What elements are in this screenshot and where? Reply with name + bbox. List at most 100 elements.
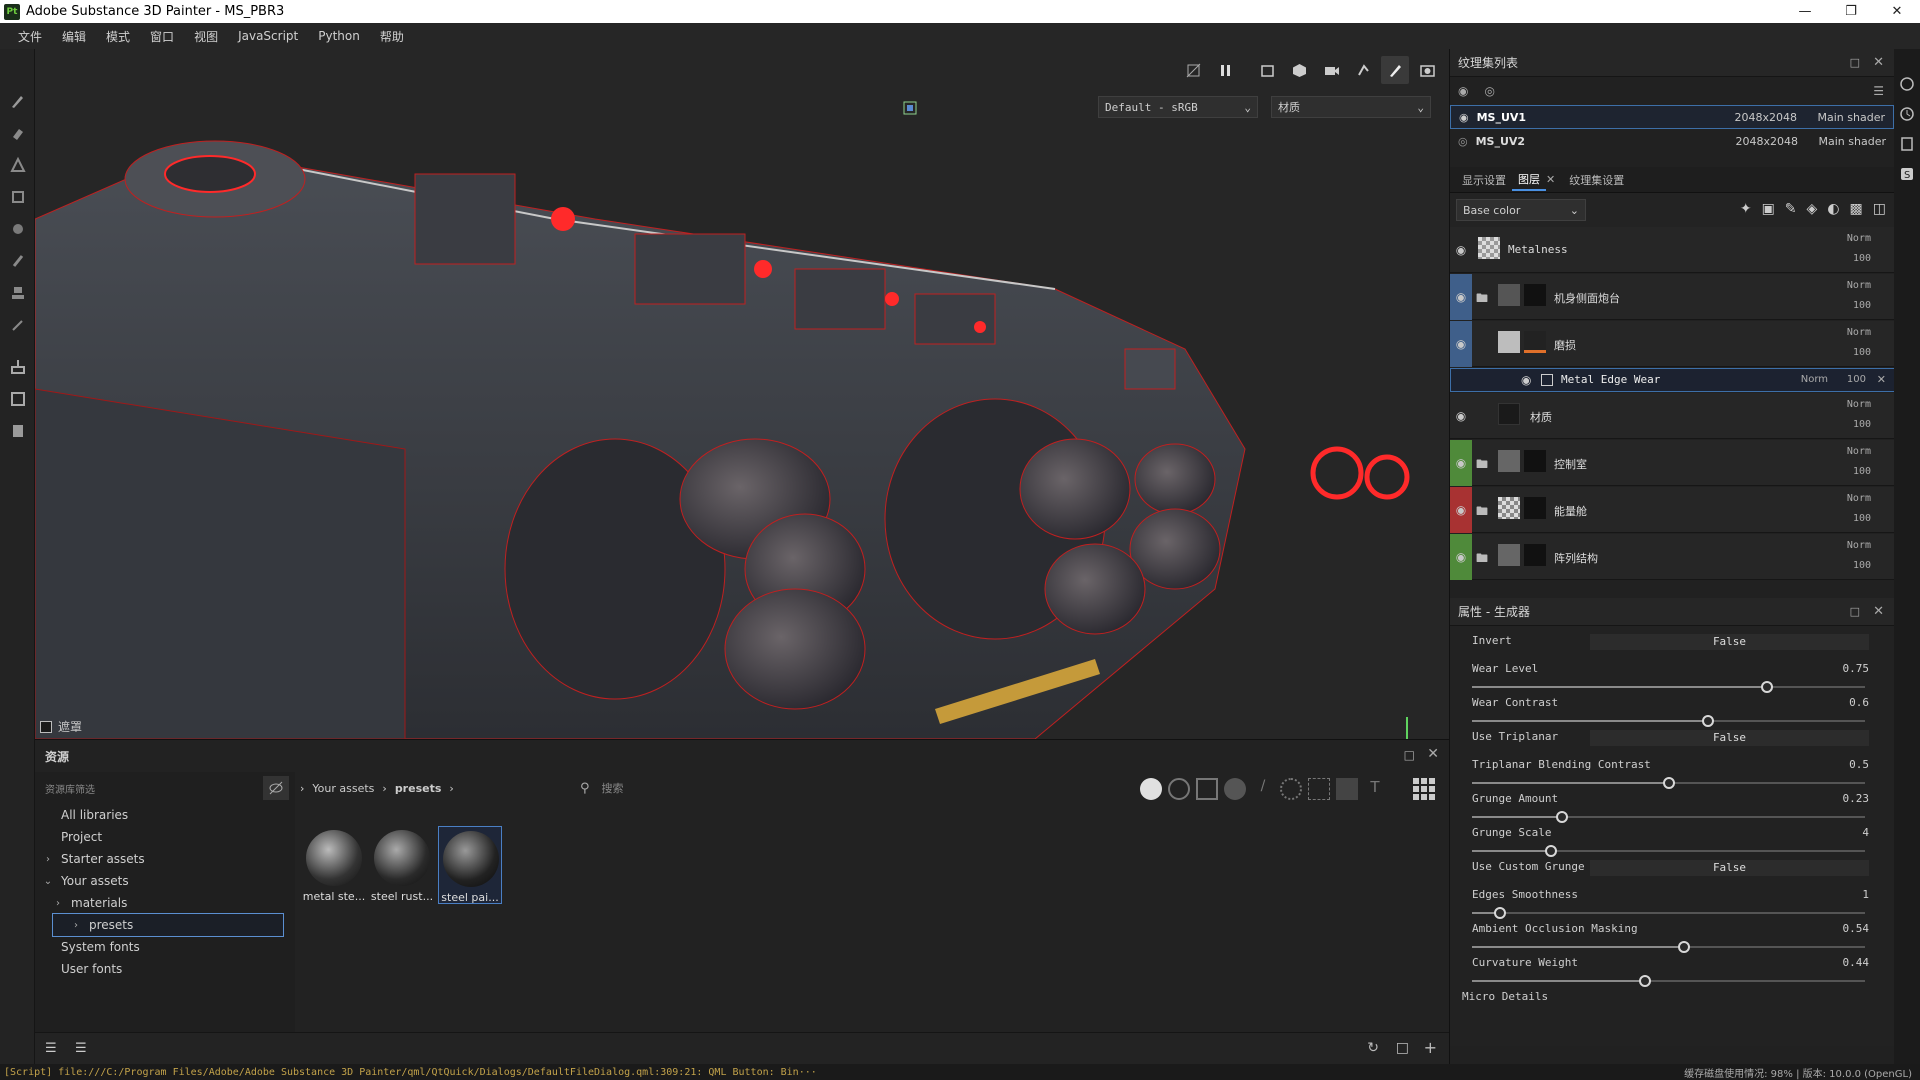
float-panel-icon[interactable]: □ xyxy=(1850,605,1860,618)
list-view-icon[interactable]: ☰ xyxy=(45,1041,57,1056)
tree-item[interactable]: › materials xyxy=(35,892,295,914)
property-slider[interactable] xyxy=(1472,907,1865,919)
slider-handle[interactable] xyxy=(1701,715,1714,727)
export-icon[interactable] xyxy=(0,383,35,415)
paint-brush-icon[interactable] xyxy=(0,85,35,117)
layer-opacity[interactable]: 100 xyxy=(1853,253,1871,264)
property-slider[interactable] xyxy=(1472,975,1865,987)
tree-arrow-icon[interactable]: › xyxy=(41,854,55,865)
breadcrumb-your-assets[interactable]: Your assets xyxy=(312,782,374,795)
tree-item[interactable]: › Starter assets xyxy=(35,848,295,870)
tree-item[interactable]: Project xyxy=(35,826,295,848)
remove-effect-icon[interactable]: ✕ xyxy=(1877,373,1886,386)
3d-view-icon[interactable] xyxy=(1285,56,1313,84)
bake-icon[interactable] xyxy=(0,351,35,383)
float-panel-icon[interactable]: □ xyxy=(1404,748,1415,762)
blend-mode[interactable]: Norm xyxy=(1847,233,1871,244)
layer-row[interactable]: ◉ 材质 Norm 100 xyxy=(1450,393,1895,439)
mask-toggle[interactable]: 遮罩 xyxy=(40,718,82,735)
uv-view-icon[interactable] xyxy=(1253,56,1281,84)
blend-mode[interactable]: Norm xyxy=(1847,399,1871,410)
colorspace-icon[interactable] xyxy=(898,97,922,119)
colorspace-dropdown[interactable]: Default - sRGB ⌄ xyxy=(1098,96,1258,118)
close-window-icon[interactable]: ✕ xyxy=(1874,0,1920,23)
menu-file[interactable]: 文件 xyxy=(8,28,52,45)
blend-mode[interactable]: Norm xyxy=(1847,446,1871,457)
property-slider[interactable] xyxy=(1472,845,1865,857)
menu-help[interactable]: 帮助 xyxy=(370,28,414,45)
tab-layers[interactable]: 图层 xyxy=(1512,169,1546,191)
eye-icon[interactable]: ◎ xyxy=(1458,135,1468,148)
texture-set-shader[interactable]: Main shader xyxy=(1818,111,1885,124)
texture-set-row-ms-uv1[interactable]: ◉ MS_UV1 2048x2048 Main shader xyxy=(1450,105,1894,129)
close-panel-icon[interactable]: ✕ xyxy=(1873,55,1884,70)
tree-item[interactable]: User fonts xyxy=(35,958,295,980)
close-tab-icon[interactable]: ✕ xyxy=(1546,173,1555,186)
texture-set-menu-icon[interactable]: ☰ xyxy=(1873,84,1884,98)
slider-handle[interactable] xyxy=(1493,907,1506,919)
blend-mode[interactable]: Norm xyxy=(1847,327,1871,338)
add-folder-icon[interactable]: ▩ xyxy=(1850,201,1863,217)
camera-icon[interactable] xyxy=(1317,56,1345,84)
smudge-icon[interactable] xyxy=(0,213,35,245)
globe-icon[interactable] xyxy=(1894,69,1920,99)
delete-layer-icon[interactable]: ◫ xyxy=(1873,201,1886,217)
screenshot-icon[interactable] xyxy=(1413,56,1441,84)
eye-icon[interactable]: ◉ xyxy=(1450,274,1472,320)
menu-window[interactable]: 窗口 xyxy=(140,28,184,45)
property-value[interactable]: 0.6 xyxy=(1849,696,1869,709)
tab-texture-set-settings[interactable]: 纹理集设置 xyxy=(1563,169,1630,191)
3d-viewport[interactable]: Default - sRGB ⌄ 材质 ⌄ 遮罩 xyxy=(35,49,1449,739)
tree-item[interactable]: All libraries xyxy=(35,804,295,826)
layer-opacity[interactable]: 100 xyxy=(1853,466,1871,477)
layer-opacity[interactable]: 100 xyxy=(1853,300,1871,311)
property-value[interactable]: 0.5 xyxy=(1849,758,1869,771)
smart-materials-filter-icon[interactable] xyxy=(1168,778,1190,800)
eye-icon[interactable]: ◉ xyxy=(1450,440,1472,486)
menu-edit[interactable]: 编辑 xyxy=(52,28,96,45)
hide-wireframe-icon[interactable] xyxy=(1179,56,1207,84)
geometry-fill-icon[interactable] xyxy=(0,181,35,213)
property-slider[interactable] xyxy=(1472,811,1865,823)
add-effect-icon[interactable]: ✦ xyxy=(1740,201,1752,217)
substance-icon[interactable]: S xyxy=(1894,159,1920,189)
layer-row[interactable]: ◉ 🖿 能量舱 Norm 100 xyxy=(1450,487,1895,533)
property-value[interactable]: 0.75 xyxy=(1843,662,1870,675)
clone-icon[interactable] xyxy=(0,245,35,277)
layer-row[interactable]: ◉ 磨损 Norm 100 xyxy=(1450,321,1895,367)
projection-icon[interactable] xyxy=(0,149,35,181)
model-render[interactable] xyxy=(35,49,1449,739)
property-value[interactable]: 0.44 xyxy=(1843,956,1870,969)
fonts-filter-icon[interactable]: T xyxy=(1364,778,1386,800)
bool-toggle[interactable]: False xyxy=(1590,634,1869,650)
paint-mode-icon[interactable] xyxy=(1381,56,1409,84)
eye-icon[interactable]: ◉ xyxy=(1450,321,1472,367)
new-window-icon[interactable]: □ xyxy=(1396,1040,1409,1056)
texture-set-shader[interactable]: Main shader xyxy=(1819,135,1886,148)
slider-handle[interactable] xyxy=(1760,681,1773,693)
eye-icon[interactable]: ◉ xyxy=(1450,487,1472,533)
menu-javascript[interactable]: JavaScript xyxy=(228,29,308,43)
slider-handle[interactable] xyxy=(1638,975,1651,987)
property-value[interactable]: 1 xyxy=(1862,888,1869,901)
bool-toggle[interactable]: False xyxy=(1590,860,1869,876)
texture-set-row-ms-uv2[interactable]: ◎ MS_UV2 2048x2048 Main shader xyxy=(1450,129,1894,153)
layer-opacity[interactable]: 100 xyxy=(1853,560,1871,571)
layer-opacity[interactable]: 100 xyxy=(1853,513,1871,524)
eye-solo-icon[interactable]: ◎ xyxy=(1484,84,1494,98)
tab-display-settings[interactable]: 显示设置 xyxy=(1456,169,1512,191)
menu-mode[interactable]: 模式 xyxy=(96,28,140,45)
blend-mode[interactable]: Norm xyxy=(1801,374,1828,385)
add-fill-layer-icon[interactable]: ◈ xyxy=(1807,201,1818,217)
pause-icon[interactable] xyxy=(1211,56,1239,84)
asset-thumbnail-selected[interactable]: steel pai... xyxy=(438,826,502,904)
tree-item[interactable]: ⌄ Your assets xyxy=(35,870,295,892)
property-slider[interactable] xyxy=(1472,715,1865,727)
eraser-icon[interactable] xyxy=(0,117,35,149)
smart-masks-filter-icon[interactable] xyxy=(1224,778,1246,800)
layer-row[interactable]: ◉ Metalness Norm 100 xyxy=(1450,227,1895,273)
eye-icon[interactable]: ◉ xyxy=(1450,534,1472,580)
tree-item[interactable]: System fonts xyxy=(35,936,295,958)
brushes-filter-icon[interactable]: / xyxy=(1252,778,1274,800)
layer-row[interactable]: ◉ 🖿 控制室 Norm 100 xyxy=(1450,440,1895,486)
